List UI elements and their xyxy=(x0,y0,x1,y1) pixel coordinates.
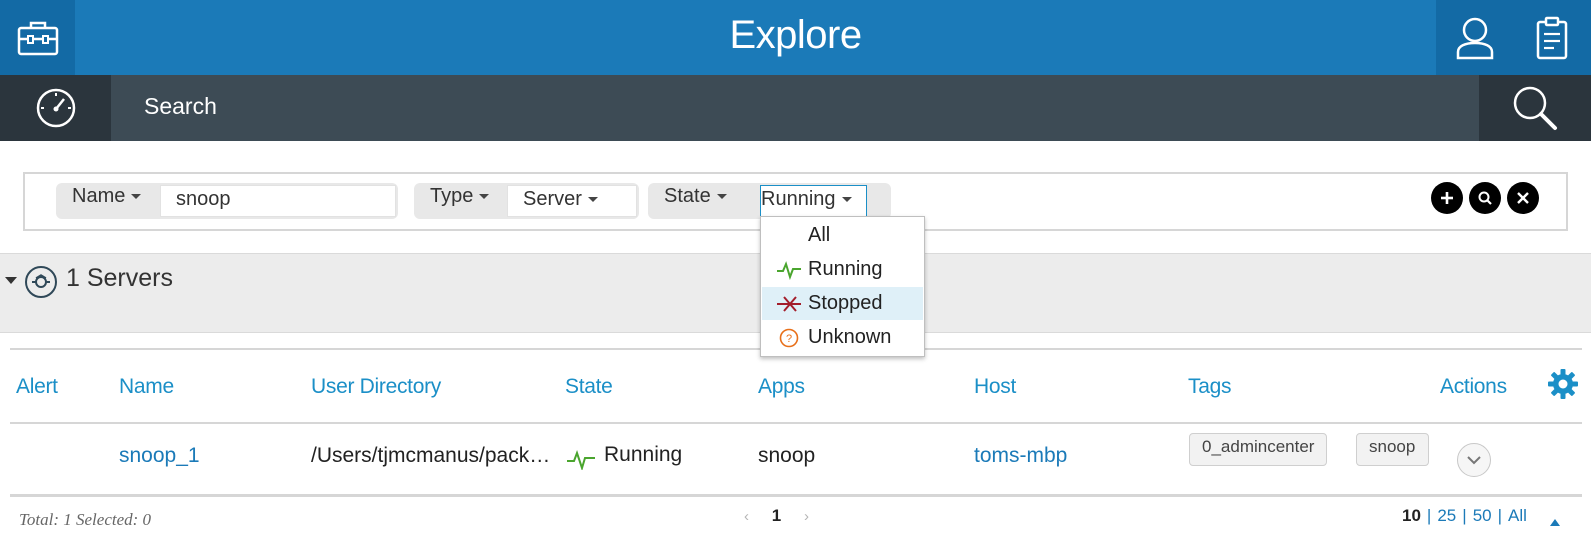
current-page-number: 1 xyxy=(771,506,782,525)
type-filter: Type Server xyxy=(414,183,639,219)
table-header-divider xyxy=(10,422,1582,424)
user-directory-cell: /Users/tjmcmanus/pack… xyxy=(311,444,551,467)
name-filter: Name snoop xyxy=(56,183,398,219)
column-header-apps[interactable]: Apps xyxy=(758,375,805,399)
dashboard-button[interactable] xyxy=(0,75,111,141)
table-bottom-divider xyxy=(10,494,1582,497)
page-title: Explore xyxy=(729,13,862,57)
plus-icon xyxy=(1441,192,1453,204)
state-filter: State Running xyxy=(648,183,891,219)
clear-filters-button[interactable] xyxy=(1507,182,1539,214)
section-title: 1 Servers xyxy=(66,264,173,292)
page-size-50[interactable]: 50 xyxy=(1473,506,1492,525)
scroll-to-top-icon[interactable] xyxy=(1548,516,1562,530)
clipboard-button[interactable] xyxy=(1514,0,1591,75)
stopped-x-icon xyxy=(777,296,801,312)
collapse-triangle-icon[interactable] xyxy=(5,277,17,284)
apps-cell: snoop xyxy=(758,444,816,467)
toolbox-icon xyxy=(17,21,58,55)
chevron-down-icon xyxy=(841,197,852,203)
tag-badge[interactable]: 0_admincenter xyxy=(1189,433,1328,466)
unknown-question-icon: ? xyxy=(779,328,799,348)
name-filter-input[interactable]: snoop xyxy=(160,185,396,217)
column-header-state[interactable]: State xyxy=(565,375,613,399)
column-header-actions: Actions xyxy=(1440,375,1507,398)
toolbox-button[interactable] xyxy=(0,0,75,75)
user-icon xyxy=(1456,17,1493,59)
state-option-unknown[interactable]: ? Unknown xyxy=(762,321,923,354)
run-search-button[interactable] xyxy=(1469,182,1501,214)
chevron-down-icon xyxy=(1467,456,1481,465)
pagination: ‹ 1 › xyxy=(744,506,809,526)
chevron-down-icon xyxy=(131,194,142,200)
add-filter-button[interactable] xyxy=(1431,182,1463,214)
user-button[interactable] xyxy=(1436,0,1514,75)
column-header-tags[interactable]: Tags xyxy=(1188,375,1231,399)
search-icon xyxy=(1513,86,1557,130)
chevron-down-icon xyxy=(716,194,727,200)
clipboard-icon xyxy=(1537,16,1568,59)
next-page-icon[interactable]: › xyxy=(804,508,809,525)
header-actions xyxy=(1436,0,1591,75)
state-dropdown-menu: All Running Stopped ? Unknown xyxy=(760,216,925,357)
page-size-10[interactable]: 10 xyxy=(1402,506,1421,525)
host-link[interactable]: toms-mbp xyxy=(974,444,1067,468)
tag-badge[interactable]: snoop xyxy=(1356,433,1429,466)
search-icon xyxy=(1478,191,1492,205)
search-label: Search xyxy=(144,93,217,119)
running-pulse-icon xyxy=(567,450,595,470)
dashboard-gauge-icon xyxy=(36,88,75,128)
actions-menu-button[interactable] xyxy=(1457,443,1491,477)
running-pulse-icon xyxy=(777,261,801,280)
state-cell: Running xyxy=(604,443,683,466)
server-name-link[interactable]: snoop_1 xyxy=(119,444,200,468)
close-icon xyxy=(1517,192,1529,204)
state-option-running[interactable]: Running xyxy=(762,253,923,286)
search-button[interactable] xyxy=(1479,75,1591,141)
type-filter-key[interactable]: Type xyxy=(414,183,490,219)
top-header: Explore xyxy=(0,0,1591,75)
name-filter-key[interactable]: Name xyxy=(56,183,142,219)
type-filter-select[interactable]: Server xyxy=(507,185,637,217)
column-header-user-directory[interactable]: User Directory xyxy=(311,375,441,399)
server-cluster-icon xyxy=(25,266,57,298)
previous-page-icon[interactable]: ‹ xyxy=(744,508,749,525)
gear-icon[interactable] xyxy=(1547,368,1579,400)
page-size-selector: 10 | 25 | 50 | All xyxy=(1402,506,1527,525)
state-filter-select[interactable]: Running xyxy=(760,185,867,217)
column-header-alert[interactable]: Alert xyxy=(16,375,58,399)
state-option-stopped[interactable]: Stopped xyxy=(762,287,923,320)
search-bar: Search xyxy=(0,75,1591,141)
state-filter-key[interactable]: State xyxy=(648,183,727,219)
chevron-down-icon xyxy=(479,194,490,200)
chevron-down-icon xyxy=(587,197,598,203)
state-option-all[interactable]: All xyxy=(762,219,923,252)
column-header-name[interactable]: Name xyxy=(119,375,174,399)
page-size-all[interactable]: All xyxy=(1508,506,1527,525)
selection-summary: Total: 1 Selected: 0 xyxy=(19,510,152,529)
column-header-host[interactable]: Host xyxy=(974,375,1016,399)
svg-text:?: ? xyxy=(786,333,792,345)
page-size-25[interactable]: 25 xyxy=(1437,506,1456,525)
